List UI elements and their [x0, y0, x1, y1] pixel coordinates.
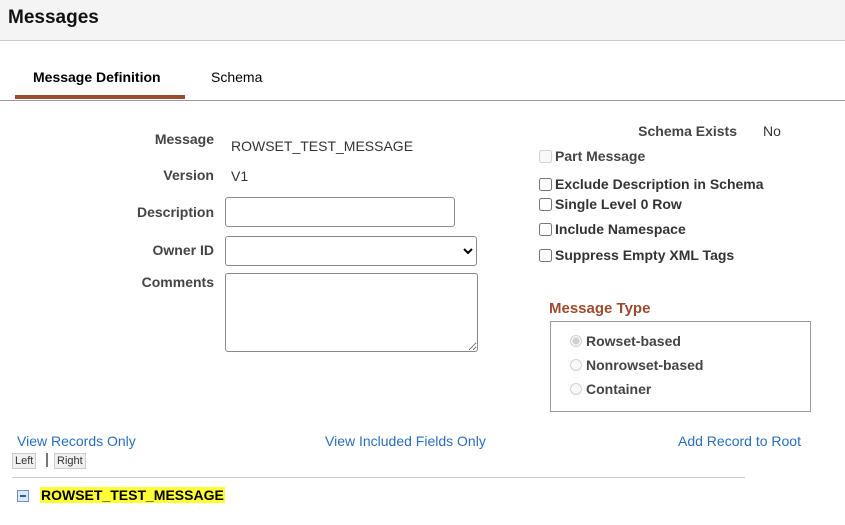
description-label: Description: [136, 204, 214, 220]
tree-root-node[interactable]: ROWSET_TEST_MESSAGE: [40, 487, 225, 503]
owner-id-label: Owner ID: [152, 242, 214, 258]
include-namespace-label: Include Namespace: [555, 221, 686, 237]
message-label: Message: [154, 131, 214, 147]
separator: [46, 453, 48, 467]
nonrowset-based-label: Nonrowset-based: [586, 357, 704, 373]
single-level-label: Single Level 0 Row: [555, 196, 682, 212]
suppress-empty-check[interactable]: [539, 248, 552, 262]
part-message-checkbox[interactable]: Part Message: [539, 148, 645, 164]
right-button[interactable]: Right: [54, 453, 86, 469]
exclude-description-check[interactable]: [539, 177, 552, 191]
version-value: V1: [231, 168, 249, 184]
comments-textarea[interactable]: [225, 273, 478, 352]
part-message-label: Part Message: [555, 148, 646, 164]
owner-id-select[interactable]: [225, 236, 477, 266]
single-level-checkbox[interactable]: Single Level 0 Row: [539, 196, 682, 212]
collapse-icon[interactable]: [17, 490, 29, 502]
message-type-title: Message Type: [549, 300, 651, 317]
nonrowset-based-radio[interactable]: Nonrowset-based: [570, 357, 703, 373]
divider: [12, 477, 745, 478]
container-radio[interactable]: Container: [570, 381, 651, 397]
nonrowset-based-input[interactable]: [570, 359, 582, 371]
schema-exists-value: No: [763, 123, 781, 139]
include-namespace-check[interactable]: [539, 222, 552, 236]
rowset-based-label: Rowset-based: [586, 333, 681, 349]
description-field[interactable]: [225, 197, 455, 227]
view-included-fields-link[interactable]: View Included Fields Only: [325, 433, 486, 449]
tab-message-definition[interactable]: Message Definition: [33, 69, 161, 85]
add-record-to-root-link[interactable]: Add Record to Root: [678, 433, 801, 449]
view-records-only-link[interactable]: View Records Only: [17, 433, 136, 449]
part-message-check[interactable]: [539, 149, 552, 163]
container-input[interactable]: [570, 383, 582, 395]
left-button[interactable]: Left: [12, 453, 37, 469]
version-label: Version: [163, 167, 214, 183]
schema-exists-label: Schema Exists: [638, 123, 737, 139]
exclude-description-checkbox[interactable]: Exclude Description in Schema: [539, 176, 764, 192]
rowset-based-radio[interactable]: Rowset-based: [570, 333, 681, 349]
suppress-empty-checkbox[interactable]: Suppress Empty XML Tags: [539, 247, 734, 263]
page-title: Messages: [8, 7, 99, 28]
single-level-check[interactable]: [539, 197, 552, 211]
comments-label: Comments: [141, 274, 214, 290]
message-value: ROWSET_TEST_MESSAGE: [231, 138, 414, 154]
include-namespace-checkbox[interactable]: Include Namespace: [539, 221, 686, 237]
tab-bar: Message Definition Schema: [0, 41, 845, 101]
active-tab-indicator: [15, 95, 185, 99]
container-label: Container: [586, 381, 652, 397]
page-header: Messages: [0, 0, 845, 41]
rowset-based-input[interactable]: [570, 335, 582, 347]
suppress-empty-label: Suppress Empty XML Tags: [555, 247, 735, 263]
tab-schema[interactable]: Schema: [211, 69, 262, 85]
exclude-description-label: Exclude Description in Schema: [555, 176, 764, 192]
